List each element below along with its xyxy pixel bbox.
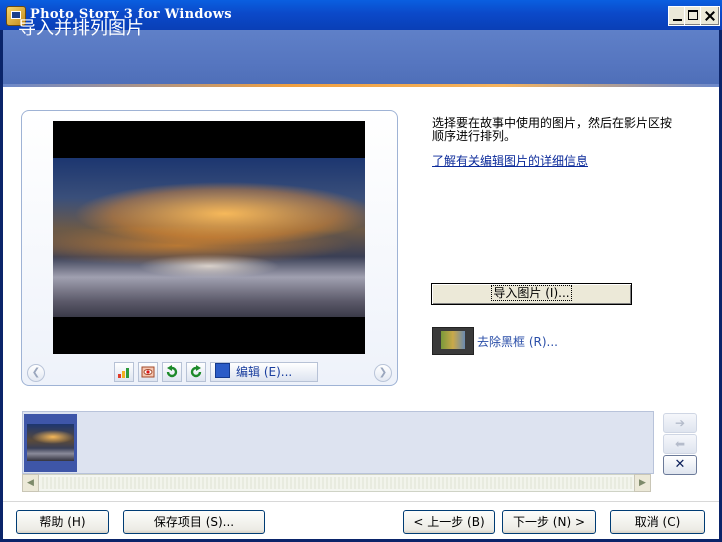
delete-picture-button[interactable]: ✕ — [663, 455, 697, 475]
red-eye-button[interactable] — [138, 362, 158, 382]
photo-preview — [53, 121, 365, 354]
cancel-button[interactable]: 取消 (C) — [610, 510, 705, 534]
chevron-left-icon: ❮ — [31, 367, 41, 378]
page-title: 导入并排列图片 — [18, 18, 144, 39]
previous-photo-button[interactable]: ❮ — [27, 364, 45, 382]
chevron-right-icon: ❯ — [378, 367, 388, 378]
rotate-left-icon — [166, 365, 178, 378]
next-button[interactable]: 下一步 (N) > — [502, 510, 596, 534]
import-pictures-button[interactable]: 导入图片 (I)... — [431, 283, 632, 305]
edit-icon — [215, 363, 230, 378]
edit-button-label: 编辑 (E)... — [236, 365, 293, 379]
scroll-left-button[interactable]: ◀ — [22, 474, 39, 492]
filmstrip-thumbnail[interactable] — [24, 414, 77, 472]
save-project-button[interactable]: 保存项目 (S)... — [123, 510, 265, 534]
instructions-text: 选择要在故事中使用的图片，然后在影片区按顺序进行排列。 — [432, 116, 673, 143]
remove-black-borders-link[interactable]: 去除黑框 (R)... — [477, 333, 558, 350]
next-photo-button[interactable]: ❯ — [374, 364, 392, 382]
photo-toolbar: 编辑 (E)... — [114, 362, 318, 382]
triangle-left-icon: ◀ — [27, 478, 34, 488]
help-button[interactable]: 帮助 (H) — [16, 510, 109, 534]
filmstrip — [22, 411, 654, 474]
remove-borders-icon[interactable] — [432, 327, 474, 355]
levels-icon — [118, 368, 129, 378]
import-pictures-label: 导入图片 (I)... — [491, 285, 572, 301]
rotate-left-button[interactable] — [162, 362, 182, 382]
thumbnail-image — [27, 424, 74, 461]
scrollbar-track[interactable] — [40, 477, 633, 489]
back-button[interactable]: < 上一步 (B) — [403, 510, 495, 534]
move-left-button[interactable]: ⬅ — [663, 434, 697, 454]
move-right-button[interactable]: ➔ — [663, 413, 697, 433]
red-eye-icon — [141, 366, 155, 378]
close-button[interactable] — [700, 6, 720, 26]
edit-button[interactable]: 编辑 (E)... — [210, 362, 318, 382]
auto-correct-levels-button[interactable] — [114, 362, 134, 382]
scroll-right-button[interactable]: ▶ — [634, 474, 651, 492]
rotate-right-icon — [190, 365, 202, 378]
footer-divider — [3, 501, 719, 502]
sunset-cloud-photo — [53, 158, 365, 317]
rotate-right-button[interactable] — [186, 362, 206, 382]
close-icon: ✕ — [674, 457, 686, 472]
learn-more-link[interactable]: 了解有关编辑图片的详细信息 — [432, 152, 588, 169]
arrow-right-icon: ➔ — [674, 416, 686, 430]
arrow-left-icon: ⬅ — [674, 437, 686, 451]
triangle-right-icon: ▶ — [639, 478, 646, 488]
